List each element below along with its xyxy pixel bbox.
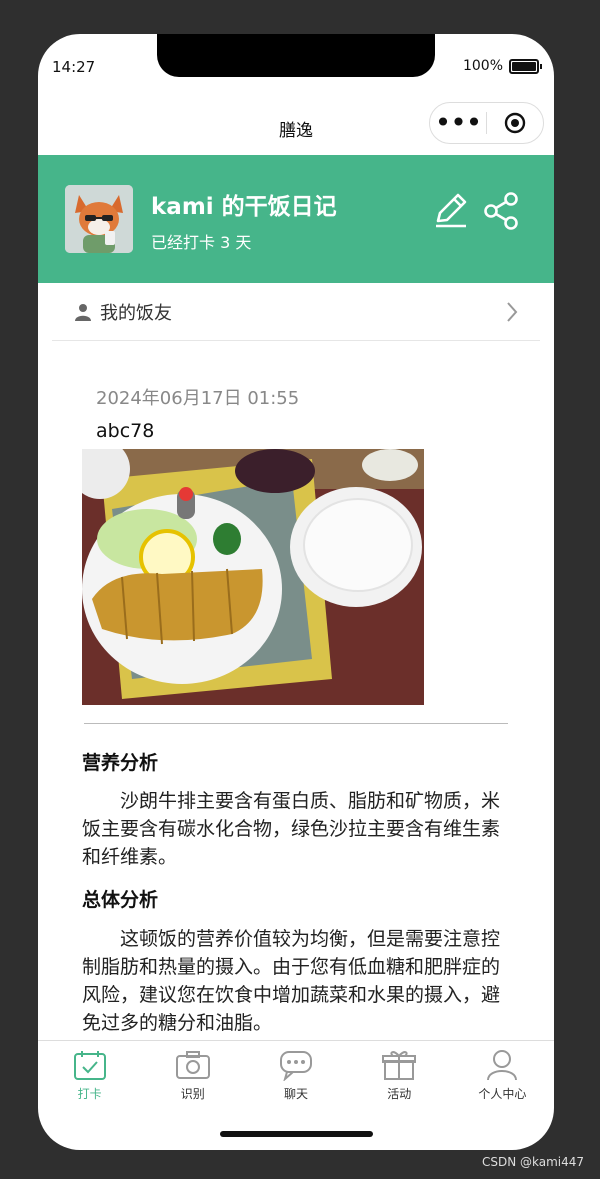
nutrition-title: 营养分析	[82, 752, 159, 774]
battery-cap	[540, 63, 542, 69]
entry-text: abc78	[96, 420, 155, 442]
overall-title: 总体分析	[82, 889, 159, 911]
person-icon	[75, 304, 91, 321]
gift-icon	[382, 1051, 417, 1080]
more-icon[interactable]: •••	[430, 109, 486, 137]
tab-bar: 打卡 识别 聊天 活动 个人中心	[38, 1040, 554, 1103]
camera-icon	[175, 1051, 210, 1079]
status-time: 14:27	[52, 58, 96, 76]
phone-frame: 14:27 100% 膳逸 ••• kami 的干饭日记 已经打卡 3 天 我的…	[38, 34, 554, 1150]
status-battery: 100%	[463, 58, 542, 74]
tab-checkin-label: 打卡	[77, 1087, 102, 1101]
avatar[interactable]	[65, 185, 133, 253]
diary-entry: 2024年06月17日 01:55 abc78 营养分析 沙朗牛排主要含有蛋白质…	[38, 340, 554, 1040]
tab-activity[interactable]: 活动	[348, 1041, 451, 1103]
watermark: CSDN @kami447	[481, 1155, 584, 1169]
battery-percent: 100%	[462, 58, 503, 74]
tab-checkin[interactable]: 打卡	[38, 1041, 141, 1103]
home-indicator	[220, 1131, 373, 1137]
tab-chat[interactable]: 聊天	[244, 1041, 347, 1103]
diary-header: kami 的干饭日记 已经打卡 3 天	[38, 155, 554, 283]
user-icon	[487, 1050, 518, 1081]
entry-date: 2024年06月17日 01:55	[96, 388, 300, 409]
chat-icon	[280, 1051, 312, 1081]
divider-line	[84, 723, 508, 724]
close-target-icon[interactable]	[487, 112, 543, 134]
tab-activity-label: 活动	[387, 1087, 412, 1101]
edit-icon[interactable]	[432, 191, 470, 229]
tab-profile[interactable]: 个人中心	[451, 1041, 554, 1103]
tab-recognize[interactable]: 识别	[141, 1041, 244, 1103]
share-icon[interactable]	[482, 191, 522, 231]
nutrition-text: 沙朗牛排主要含有蛋白质、脂肪和矿物质，米饭主要含有碳水化合物，绿色沙拉主要含有维…	[82, 790, 501, 868]
checkin-days: 已经打卡 3 天	[151, 233, 252, 252]
calendar-check-icon	[73, 1051, 106, 1080]
my-friends-row[interactable]: 我的饭友	[52, 284, 540, 341]
notch	[157, 34, 435, 77]
my-friends-label: 我的饭友	[100, 303, 172, 324]
food-photo[interactable]	[82, 449, 424, 705]
tab-profile-label: 个人中心	[478, 1087, 527, 1101]
mini-program-capsule: •••	[429, 102, 544, 144]
chevron-right-icon	[507, 302, 518, 322]
overall-text: 这顿饭的营养价值较为均衡，但是需要注意控制脂肪和热量的摄入。由于您有低血糖和肥胖…	[82, 928, 501, 1034]
diary-title: kami 的干饭日记	[151, 194, 337, 220]
battery-icon	[509, 58, 539, 74]
tab-chat-label: 聊天	[284, 1087, 309, 1101]
tab-recognize-label: 识别	[180, 1087, 205, 1101]
